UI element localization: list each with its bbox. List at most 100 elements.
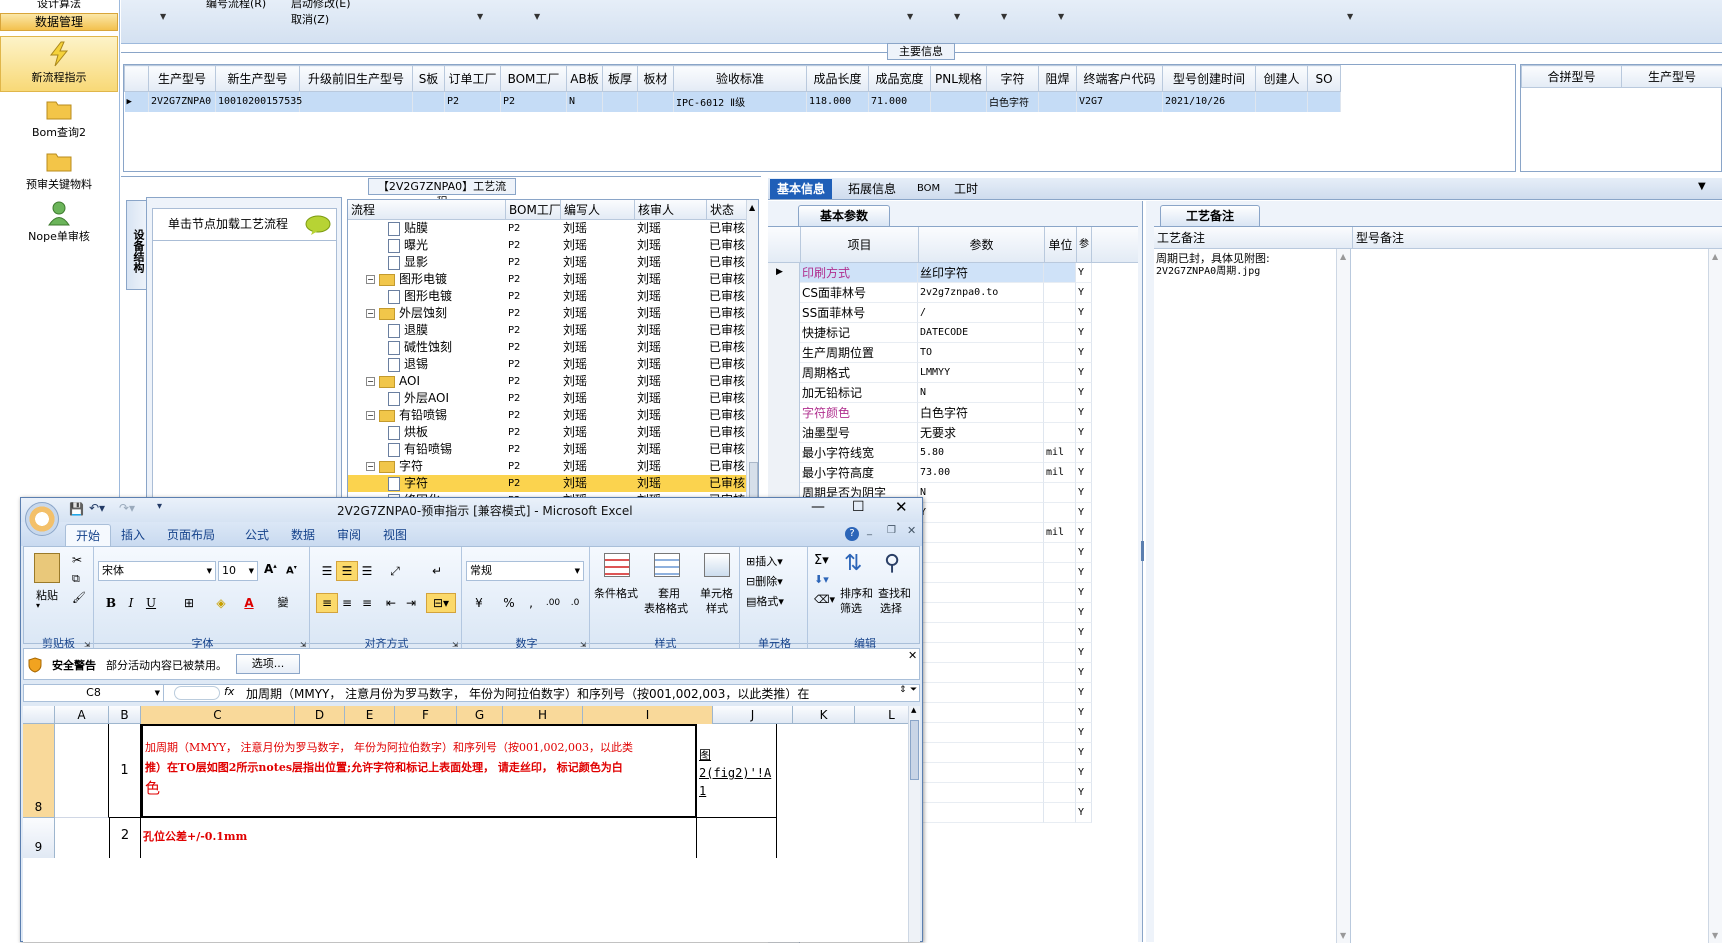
column-header[interactable]: J <box>713 706 793 724</box>
column-header[interactable]: F <box>395 706 457 724</box>
craft-note-text[interactable]: 周期已封，具体见附图: 2V2G7ZNPA0周期.jpg <box>1156 252 1270 278</box>
grow-font-icon[interactable]: A▴ <box>264 562 277 576</box>
copy-icon[interactable]: ⧉ <box>72 572 80 586</box>
col-model-notes[interactable]: 型号备注 <box>1352 227 1404 249</box>
wrap-text-icon[interactable]: ↵ <box>426 561 448 581</box>
param-row[interactable]: 最小字符高度73.00milY <box>800 463 1144 483</box>
col-process[interactable]: 流程 <box>351 200 375 220</box>
column-header[interactable]: K <box>793 706 855 724</box>
tree-row[interactable]: −外层蚀刻P2刘瑶刘瑶已审核 <box>348 305 746 322</box>
nav-item-bom-query[interactable]: Bom查询2 <box>0 96 118 142</box>
dropdown-arrow-icon[interactable]: ▼ <box>1058 12 1064 21</box>
scroll-up-icon[interactable]: ▲ <box>749 203 755 212</box>
cell-style-button[interactable]: 单元格 <box>700 585 733 601</box>
select-all-corner[interactable] <box>23 706 55 724</box>
col-craft-notes[interactable]: 工艺备注 <box>1157 227 1205 249</box>
dropdown-arrow-icon[interactable]: ▼ <box>160 12 166 21</box>
col-7[interactable]: 板厚 <box>603 66 638 92</box>
dropdown-arrow-icon[interactable]: ▼ <box>1001 12 1007 21</box>
col-8[interactable]: 板材 <box>638 66 674 92</box>
tree-node[interactable]: −字符 <box>366 458 423 475</box>
dropdown-arrow-icon[interactable]: ▼ <box>954 12 960 21</box>
ribbon-tab[interactable]: 公式 <box>235 524 279 546</box>
tree-row[interactable]: −图形电镀P2刘瑶刘瑶已审核 <box>348 271 746 288</box>
ribbon-tab[interactable]: 插入 <box>111 524 155 546</box>
align-right-icon[interactable]: ≡ <box>356 593 378 613</box>
cell-j8-hyperlink[interactable]: 图 2(fig2)'!A 1 <box>697 724 777 818</box>
col-0[interactable]: 生产型号 <box>149 66 216 92</box>
cell-style-icon[interactable] <box>704 553 730 577</box>
tree-row[interactable]: −有铅喷锡P2刘瑶刘瑶已审核 <box>348 407 746 424</box>
main-info-cell[interactable]: 10010200157535 <box>216 92 300 112</box>
tree-row[interactable]: 退膜P2刘瑶刘瑶已审核 <box>348 322 746 339</box>
col-16[interactable]: 型号创建时间 <box>1163 66 1256 92</box>
column-header[interactable]: C <box>141 706 295 724</box>
main-info-cell[interactable] <box>1039 92 1077 112</box>
format-painter-icon[interactable]: 🖌 <box>72 591 86 604</box>
align-left-icon[interactable]: ≡ <box>316 593 338 613</box>
tree-row[interactable]: 显影P2刘瑶刘瑶已审核 <box>348 254 746 271</box>
main-info-cell[interactable]: 2021/10/26 <box>1163 92 1256 112</box>
merge-center-icon[interactable]: ⊟▾ <box>426 593 456 613</box>
insert-cells-button[interactable]: ⊞插入▾ <box>746 553 783 569</box>
tree-row[interactable]: 外层AOIP2刘瑶刘瑶已审核 <box>348 390 746 407</box>
main-info-cell[interactable]: IPC-6012 Ⅱ级 <box>674 92 807 112</box>
main-info-cell[interactable] <box>300 92 413 112</box>
col-merge-model[interactable]: 合拼型号 <box>1522 66 1622 88</box>
splitter-handle[interactable] <box>1141 541 1144 561</box>
expand-formula-icon[interactable]: ⏷ <box>910 685 917 695</box>
main-info-cell[interactable]: 白色字符 <box>987 92 1039 112</box>
conditional-format-icon[interactable] <box>604 553 630 577</box>
tree-node[interactable]: 有铅喷锡 <box>388 441 452 458</box>
format-table-icon[interactable] <box>654 553 680 577</box>
col-10[interactable]: 成品长度 <box>807 66 869 92</box>
main-info-cell[interactable] <box>1256 92 1308 112</box>
col-3[interactable]: S板 <box>413 66 445 92</box>
tree-node[interactable]: 字符 <box>388 475 428 492</box>
currency-icon[interactable]: ¥ <box>468 593 490 613</box>
param-row[interactable]: SS面菲林号/Y <box>800 303 1144 323</box>
column-header[interactable]: H <box>503 706 583 724</box>
paste-icon[interactable] <box>34 553 60 583</box>
dropdown-arrow-icon[interactable]: ▼ <box>1347 12 1353 21</box>
main-info-cell[interactable]: 2V2G7ZNPA0 <box>149 92 216 112</box>
comma-icon[interactable]: , <box>520 593 542 613</box>
col-writer[interactable]: 编写人 <box>560 200 600 220</box>
scroll-up-icon[interactable]: ▲ <box>911 706 916 714</box>
menu-cancel[interactable]: 取消(Z) <box>291 11 329 27</box>
increase-decimal-icon[interactable]: .00 <box>542 593 564 613</box>
decrease-indent-icon[interactable]: ⇤ <box>380 593 402 613</box>
collapse-icon[interactable]: − <box>366 462 375 471</box>
tree-row[interactable]: 退锡P2刘瑶刘瑶已审核 <box>348 356 746 373</box>
notes-scrollbar[interactable]: ▲▼ <box>1336 249 1350 943</box>
col-15[interactable]: 终端客户代码 <box>1077 66 1163 92</box>
tree-node[interactable]: −AOI <box>366 373 420 390</box>
col-6[interactable]: AB板 <box>567 66 603 92</box>
underline-button[interactable]: U <box>140 593 162 613</box>
col-status[interactable]: 状态 <box>706 200 734 220</box>
sort-filter-icon[interactable]: ⇅ <box>844 551 862 576</box>
ribbon-tab[interactable]: 开始 <box>65 524 111 546</box>
col-11[interactable]: 成品宽度 <box>869 66 931 92</box>
tab-equipment-structure[interactable]: 设备结构 <box>126 200 146 290</box>
tree-node[interactable]: 贴膜 <box>388 220 428 237</box>
cell-j9[interactable] <box>697 818 777 858</box>
param-row[interactable]: 最小字符线宽5.80milY <box>800 443 1144 463</box>
col-12[interactable]: PNL规格 <box>931 66 987 92</box>
decrease-decimal-icon[interactable]: .0 <box>564 593 586 613</box>
function-icon[interactable]: fx <box>224 685 234 698</box>
col-13[interactable]: 字符 <box>987 66 1039 92</box>
ribbon-tab[interactable]: 视图 <box>373 524 417 546</box>
tab-work-hours[interactable]: 工时 <box>948 179 984 199</box>
param-row[interactable]: 印刷方式丝印字符Y <box>800 263 1144 283</box>
tree-node[interactable]: −图形电镀 <box>366 271 447 288</box>
model-notes-scrollbar[interactable]: ▲▼ <box>1708 249 1722 943</box>
office-button[interactable] <box>25 502 59 536</box>
formula-input[interactable]: 加周期（MMYY， 注意月份为罗马数字， 年份为阿拉伯数字）和序列号（按001,… <box>246 685 896 702</box>
tree-row[interactable]: 曝光P2刘瑶刘瑶已审核 <box>348 237 746 254</box>
tree-node[interactable]: 退膜 <box>388 322 428 339</box>
main-info-cell[interactable]: P2 <box>445 92 501 112</box>
cell-c9[interactable]: 孔位公差+/-0.1mm <box>141 818 697 858</box>
tab-extended-info[interactable]: 拓展信息 <box>842 179 902 199</box>
ribbon-tab[interactable]: 审阅 <box>327 524 371 546</box>
